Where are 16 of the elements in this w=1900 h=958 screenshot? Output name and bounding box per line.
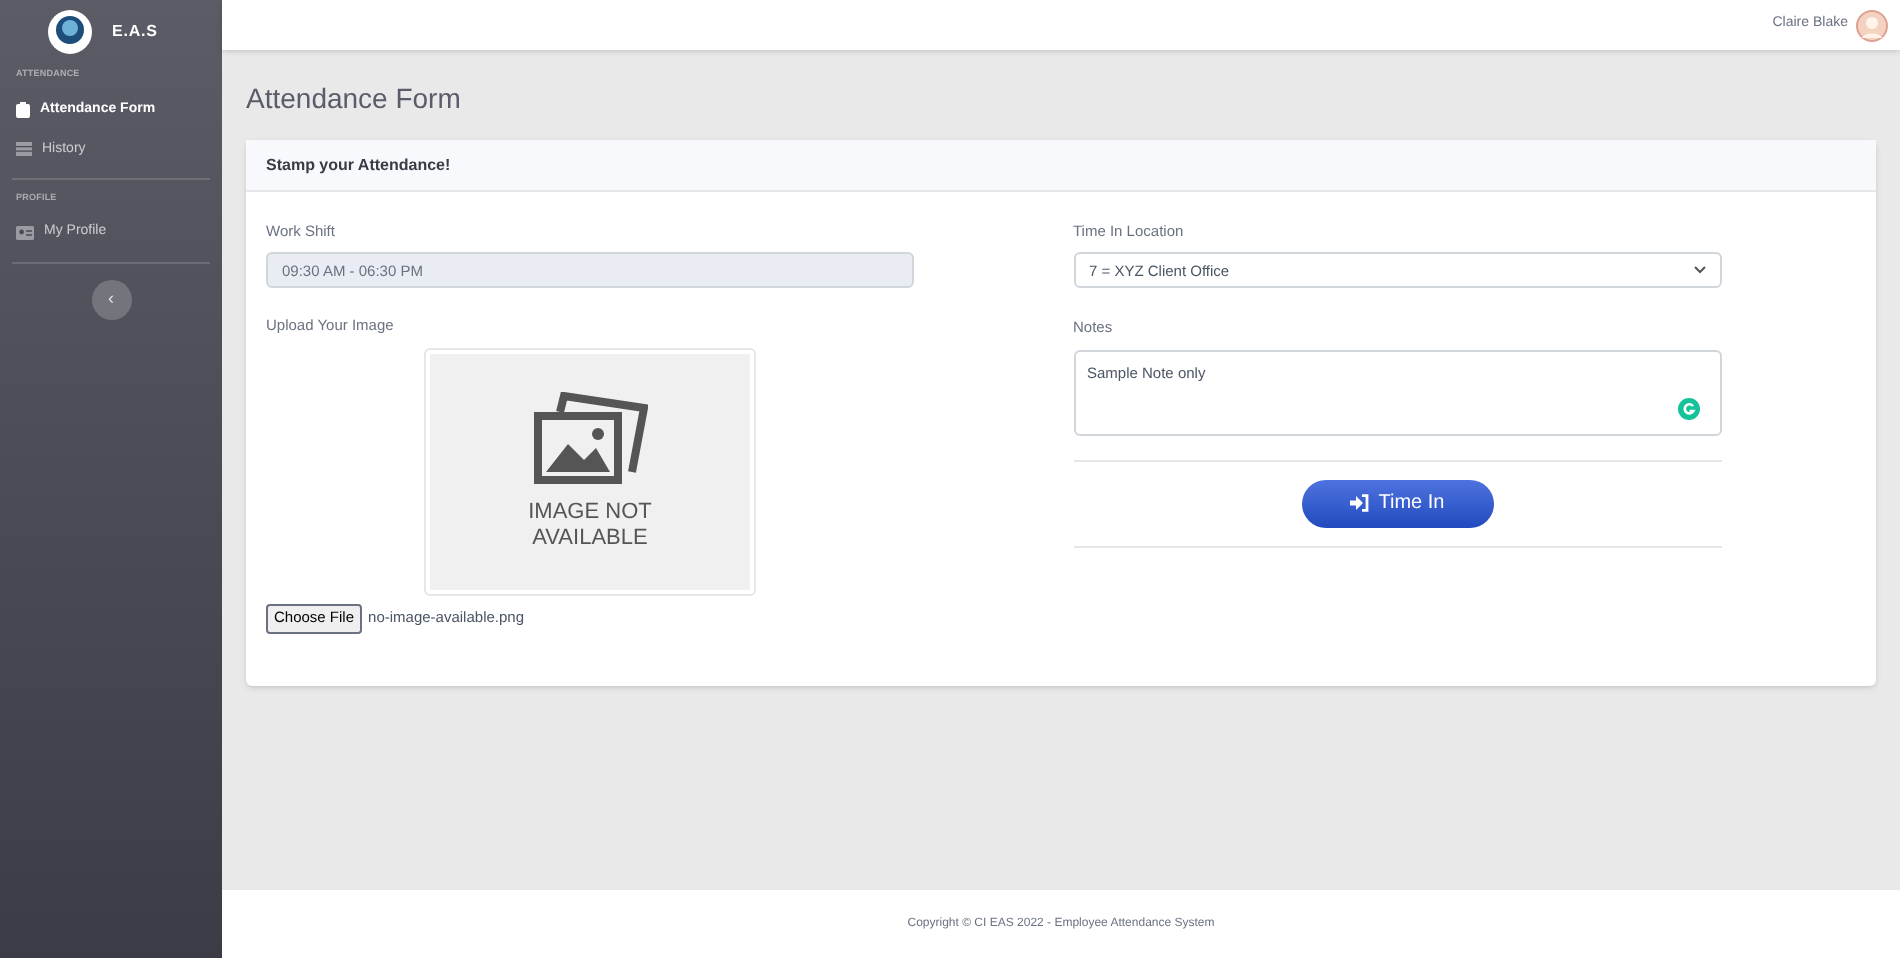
id-card-icon [16,226,34,240]
image-icon [532,391,648,487]
table-icon [16,142,32,157]
time-in-button[interactable]: Time In [1301,479,1494,527]
logo-icon [48,10,92,54]
grammarly-icon[interactable] [1678,397,1700,419]
avatar-icon[interactable] [1856,9,1888,41]
preview-caption: IMAGE NOT [528,499,652,525]
clipboard-icon [16,101,30,118]
preview-caption: AVAILABLE [532,525,648,551]
brand-name: E.A.S [112,20,158,44]
page-title: Attendance Form [246,80,463,118]
card-header: Stamp your Attendance! [246,140,1876,192]
chevron-down-icon [1694,266,1706,275]
sign-in-icon [1350,494,1371,512]
sidebar-toggle-button[interactable]: ‹ [91,279,131,319]
